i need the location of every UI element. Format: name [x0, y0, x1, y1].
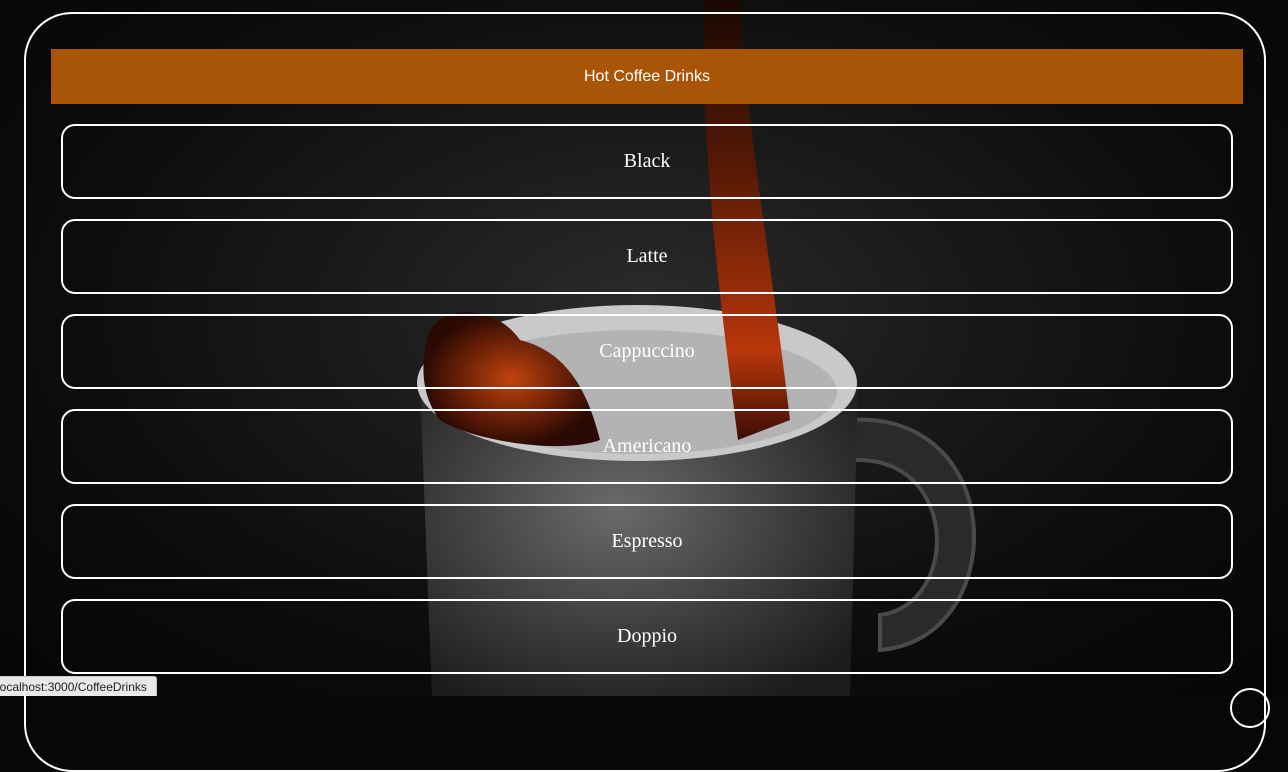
page-title: Hot Coffee Drinks	[584, 68, 710, 86]
drink-button-doppio[interactable]: Doppio	[61, 599, 1233, 674]
drink-button-espresso[interactable]: Espresso	[61, 504, 1233, 579]
drink-label: Espresso	[611, 530, 682, 553]
browser-status-bar: localhost:3000/CoffeeDrinks	[0, 676, 157, 696]
drink-label: Latte	[626, 245, 667, 268]
drink-list: Black Latte Cappuccino Americano Espress…	[61, 124, 1233, 694]
drink-button-latte[interactable]: Latte	[61, 219, 1233, 294]
drink-label: Americano	[603, 435, 692, 458]
drink-button-americano[interactable]: Americano	[61, 409, 1233, 484]
status-url: localhost:3000/CoffeeDrinks	[0, 680, 147, 694]
drink-button-cappuccino[interactable]: Cappuccino	[61, 314, 1233, 389]
next-panel-edge	[1230, 688, 1270, 728]
drink-button-black[interactable]: Black	[61, 124, 1233, 199]
drink-label: Doppio	[617, 625, 677, 648]
page-header: Hot Coffee Drinks	[51, 49, 1243, 104]
drink-label: Cappuccino	[599, 340, 695, 363]
drink-label: Black	[624, 150, 671, 173]
